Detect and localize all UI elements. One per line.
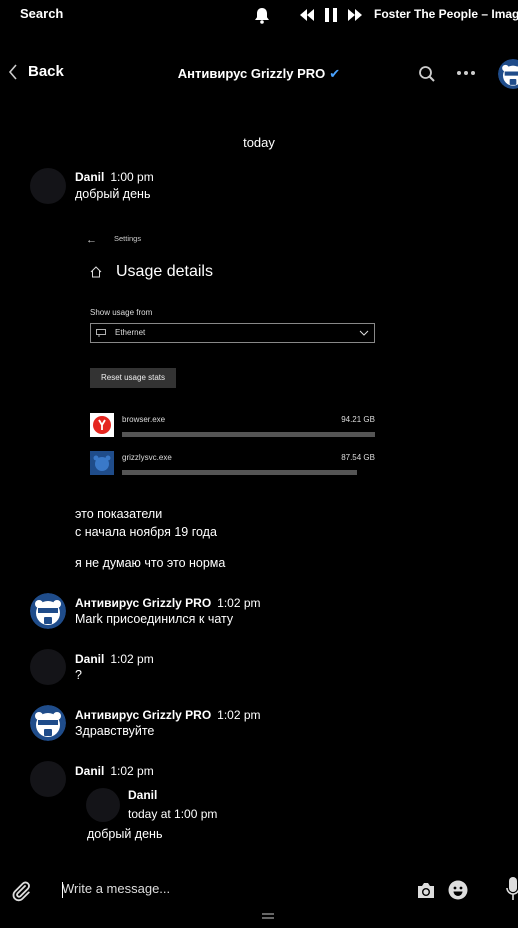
sender-name[interactable]: Danil (75, 170, 104, 184)
chat-header: Back Антивирус Grizzly PRO ✔ (0, 55, 518, 95)
chat-title-text: Антивирус Grizzly PRO (177, 66, 326, 81)
message-header: Антивирус Grizzly PRO 1:02 pm (75, 596, 261, 610)
ethernet-icon (96, 329, 106, 337)
network-select: Ethernet (90, 323, 375, 343)
verified-check-icon: ✔ (329, 66, 341, 81)
microphone-icon[interactable] (506, 876, 518, 902)
grizzly-app-icon (90, 451, 114, 475)
next-icon[interactable] (348, 9, 362, 21)
message-text: Здравствуйте (75, 724, 155, 738)
message-time: 1:02 pm (217, 708, 261, 722)
message-text: ? (75, 668, 82, 682)
chevron-down-icon (359, 330, 369, 336)
message-text: это показатели (75, 507, 163, 521)
usage-bar (122, 470, 357, 475)
search-icon[interactable] (418, 65, 436, 83)
attach-icon[interactable] (10, 880, 32, 902)
avatar[interactable] (30, 761, 66, 797)
message-time: 1:02 pm (110, 652, 154, 666)
avatar[interactable] (30, 168, 66, 204)
avatar[interactable] (30, 593, 66, 629)
yandex-browser-icon (90, 413, 114, 437)
sender-name[interactable]: Антивирус Grizzly PRO (75, 596, 211, 610)
attached-screenshot[interactable]: ← Settings Usage details Show usage from… (80, 222, 390, 488)
quote-sender[interactable]: Danil (128, 788, 157, 802)
quote-avatar (86, 788, 120, 822)
message-header: Антивирус Grizzly PRO 1:02 pm (75, 708, 261, 722)
chat-title: Антивирус Grizzly PRO ✔ (0, 66, 518, 82)
message-text: добрый день (75, 187, 151, 201)
sender-name[interactable]: Антивирус Grizzly PRO (75, 708, 211, 722)
message-header: Danil 1:02 pm (75, 764, 154, 778)
quote-text: добрый день (87, 827, 163, 841)
text-caret (62, 882, 63, 898)
more-options-icon[interactable] (456, 70, 476, 76)
message-text: с начала ноября 19 года (75, 525, 217, 539)
back-arrow-icon: ← (86, 234, 97, 246)
status-search-label[interactable]: Search (20, 6, 63, 21)
usage-details-title: Usage details (116, 263, 213, 280)
message-time: 1:02 pm (110, 764, 154, 778)
app-name: grizzlysvc.exe (122, 453, 172, 462)
avatar[interactable] (30, 705, 66, 741)
sender-name[interactable]: Danil (75, 764, 104, 778)
emoji-icon[interactable] (448, 880, 468, 900)
avatar[interactable] (30, 649, 66, 685)
sender-name[interactable]: Danil (75, 652, 104, 666)
bell-icon[interactable] (254, 7, 270, 24)
network-value: Ethernet (115, 328, 146, 337)
status-bar: Search Foster The People – Imag (0, 0, 518, 30)
camera-icon[interactable] (416, 882, 436, 899)
home-icon (90, 266, 102, 278)
date-separator: today (243, 135, 275, 150)
message-text: Mark присоединился к чату (75, 612, 234, 626)
app-name: browser.exe (122, 415, 166, 424)
app-size: 94.21 GB (341, 415, 375, 424)
previous-icon[interactable] (300, 9, 314, 21)
message-header: Danil 1:00 pm (75, 170, 154, 184)
message-header: Danil 1:02 pm (75, 652, 154, 666)
message-time: 1:00 pm (110, 170, 154, 184)
app-size: 87.54 GB (341, 453, 375, 462)
now-playing-title[interactable]: Foster The People – Imag (374, 7, 518, 21)
usage-bar (122, 432, 375, 437)
drag-handle-icon[interactable] (262, 913, 274, 919)
reset-usage-button: Reset usage stats (90, 368, 176, 388)
message-time: 1:02 pm (217, 596, 261, 610)
settings-label: Settings (114, 234, 142, 243)
chat-avatar[interactable] (498, 59, 518, 89)
pause-icon[interactable] (325, 8, 337, 22)
message-input[interactable] (62, 881, 392, 896)
quote-meta: today at 1:00 pm (128, 807, 218, 821)
message-text: я не думаю что это норма (75, 556, 226, 570)
show-usage-label: Show usage from (90, 308, 153, 317)
